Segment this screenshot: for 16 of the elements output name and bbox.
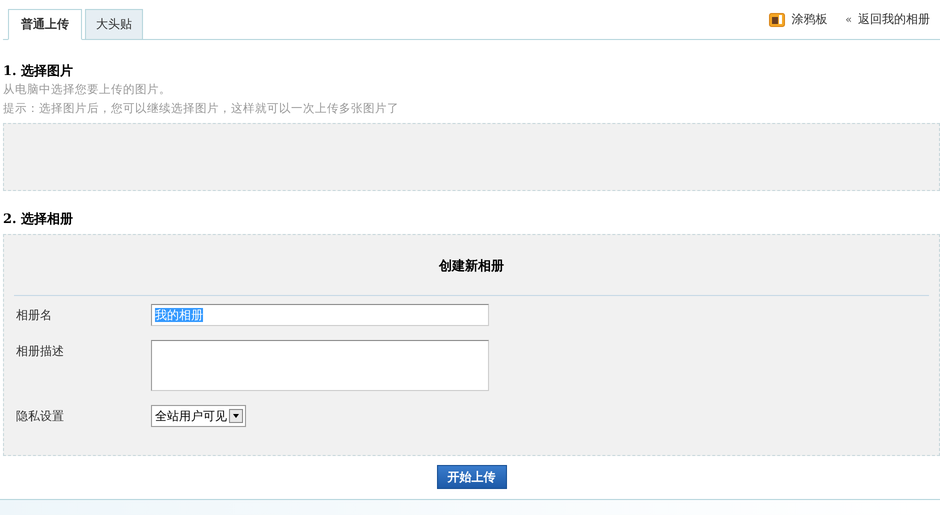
hint-text: 提示：选择图片后，您可以继续选择图片，这样就可以一次上传多张图片了 (3, 100, 400, 117)
section-title: 1. 选择图片 (3, 63, 74, 80)
upload-button[interactable]: 开始上传 (436, 465, 506, 489)
top-link[interactable]: « 返回我的相册 (845, 11, 930, 28)
field-label: 相册描述 (15, 343, 65, 360)
tab[interactable]: 大头贴 (85, 9, 143, 40)
description: 从电脑中选择您要上传的图片。 (3, 81, 172, 98)
field-label: 隐私设置 (15, 408, 65, 425)
form-title: 创建新相册 (438, 258, 505, 276)
tab[interactable]: 普通上传 (8, 9, 82, 40)
board-icon (769, 12, 786, 26)
text-area[interactable] (151, 340, 489, 391)
section-title: 2. 选择相册 (3, 211, 74, 228)
top-link[interactable]: 涂鸦板 (769, 11, 828, 28)
field-label: 相册名 (15, 307, 53, 324)
dropdown[interactable]: 全站用户可见 (151, 405, 246, 427)
